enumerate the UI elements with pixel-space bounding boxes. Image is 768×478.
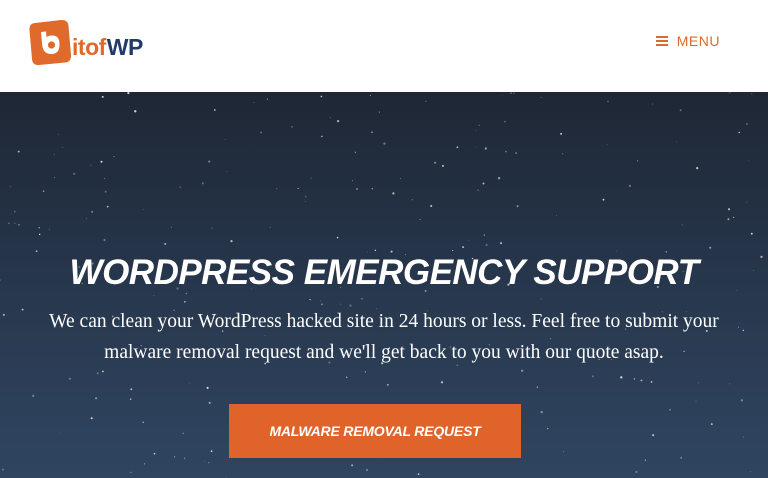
menu-label: MENU [676,33,720,49]
logo-mark-icon [29,19,72,66]
logo-wordmark: itofWP [72,33,144,60]
hero-description: We can clean your WordPress hacked site … [49,311,719,363]
hero-section: WordPress Emergency Support We can clean… [0,92,768,478]
menu-button[interactable]: MENU [655,31,720,51]
hamburger-icon [655,36,668,46]
site-logo[interactable]: itofWP [28,18,143,66]
logo-text-it: it [72,33,86,60]
logo-text-wp: WP [106,33,144,60]
hero-title: WordPress Emergency Support [69,253,699,292]
malware-removal-request-button[interactable]: Malware Removal Request [229,404,521,458]
logo-text-of: of [85,33,106,60]
site-header: itofWP MENU [0,0,768,92]
